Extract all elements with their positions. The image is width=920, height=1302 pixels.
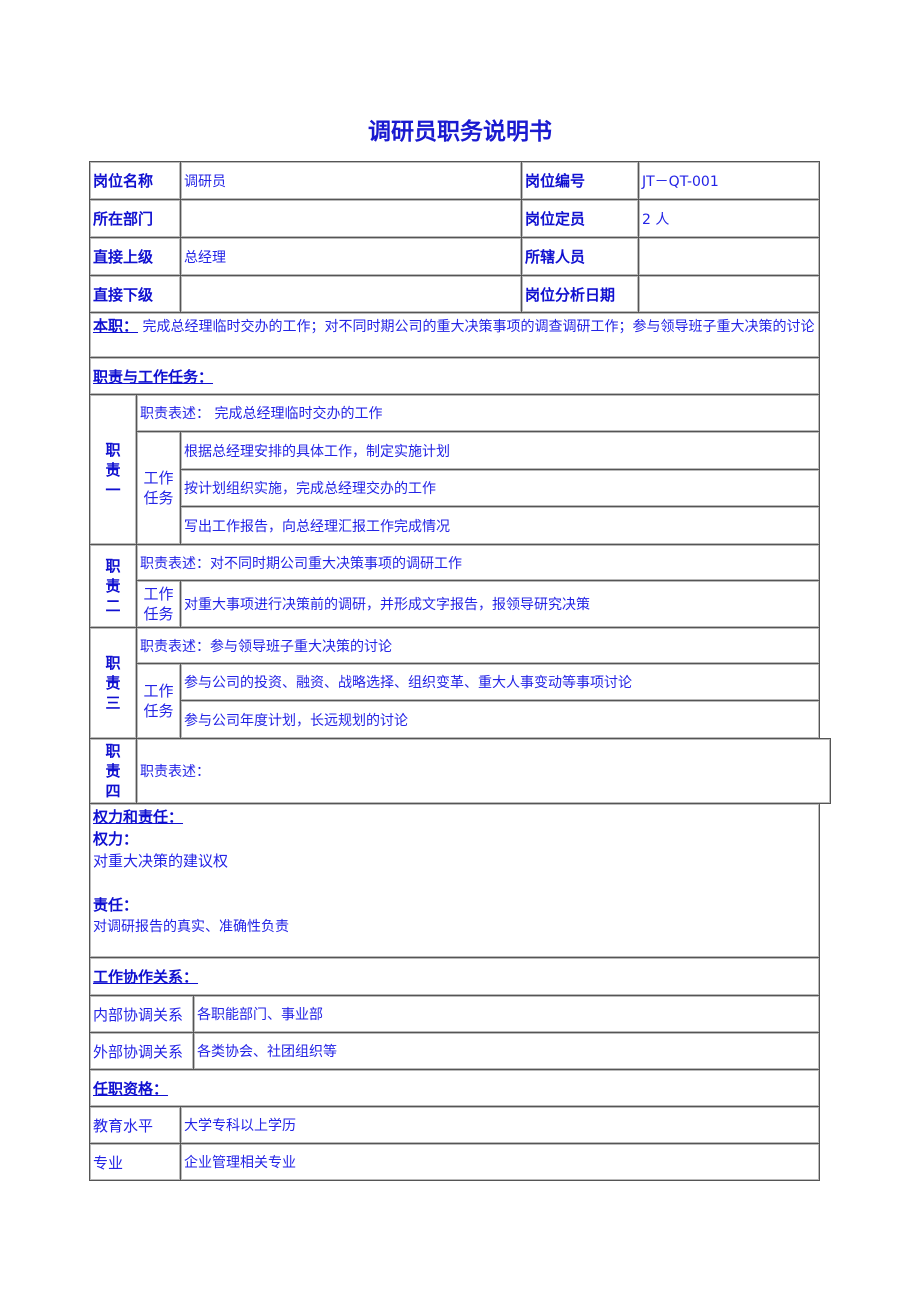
education-value: 大学专科以上学历 [180, 1106, 820, 1144]
duty-label-text: 职责三 [105, 654, 121, 712]
task-label-text: 工作任务 [143, 585, 174, 623]
dept-label: 所在部门 [89, 199, 181, 238]
quota-value: 2 人 [638, 199, 820, 238]
relations-heading-text: 工作协作关系： [93, 968, 199, 986]
duty-2-statement: 职责表述：对不同时期公司重大决策事项的调研工作 [136, 544, 820, 581]
authority-section: 权力和责任： 权力： 对重大决策的建议权 责任： 对调研报告的真实、准确性负责 [89, 803, 820, 958]
major-value: 企业管理相关专业 [180, 1143, 820, 1181]
duty-4-statement: 职责表述： [136, 738, 831, 804]
duty-summary-label: 本职： [93, 317, 139, 335]
job-description-page: 调研员职务说明书 岗位名称 调研员 岗位编号 JT－QT-001 所在部门 岗位… [0, 0, 920, 1302]
duty-3-label: 职责三 [89, 627, 137, 739]
duty-2-task-label: 工作任务 [136, 580, 181, 628]
duty-1-task: 按计划组织实施，完成总经理交办的工作 [180, 469, 820, 507]
date-value [638, 275, 820, 313]
major-label: 专业 [89, 1143, 181, 1181]
duty-label-text: 职责四 [105, 742, 121, 800]
name-label: 岗位名称 [89, 161, 181, 200]
external-label: 外部协调关系 [89, 1032, 194, 1070]
duty-1-task: 写出工作报告，向总经理汇报工作完成情况 [180, 506, 820, 545]
qualifications-heading-text: 任职资格： [93, 1079, 169, 1098]
duty-summary: 本职： 完成总经理临时交办的工作；对不同时期公司的重大决策事项的调查调研工作；参… [89, 312, 820, 358]
relations-heading: 工作协作关系： [89, 957, 820, 996]
subordinate-value [180, 275, 522, 313]
duty-1-label: 职责一 [89, 394, 137, 545]
code-value: JT－QT-001 [638, 161, 820, 200]
task-label-text: 工作任务 [143, 682, 174, 720]
page-title: 调研员职务说明书 [368, 119, 552, 145]
duty-3-statement: 职责表述：参与领导班子重大决策的讨论 [136, 627, 820, 664]
name-value: 调研员 [180, 161, 522, 200]
duty-4-label: 职责四 [89, 738, 137, 804]
code-label: 岗位编号 [521, 161, 639, 200]
task-label-text: 工作任务 [143, 469, 174, 507]
dept-value [180, 199, 522, 238]
duty-2-label: 职责二 [89, 544, 137, 628]
date-label: 岗位分析日期 [521, 275, 639, 313]
internal-value: 各职能部门、事业部 [193, 995, 820, 1033]
subordinate-label: 直接下级 [89, 275, 181, 313]
superior-value: 总经理 [180, 237, 522, 276]
authority-heading: 权力和责任： [93, 808, 184, 826]
duty-label-text: 职责一 [105, 440, 121, 499]
duties-heading-text: 职责与工作任务： [93, 367, 214, 386]
superior-label: 直接上级 [89, 237, 181, 276]
power-label: 权力： [93, 830, 139, 848]
staff-label: 所辖人员 [521, 237, 639, 276]
power-text: 对重大决策的建议权 [93, 852, 229, 870]
external-value: 各类协会、社团组织等 [193, 1032, 820, 1070]
duty-2-task: 对重大事项进行决策前的调研，并形成文字报告，报领导研究决策 [180, 580, 820, 628]
duty-1-statement: 职责表述： 完成总经理临时交办的工作 [136, 394, 820, 432]
responsibility-text: 对调研报告的真实、准确性负责 [93, 919, 289, 935]
duty-label-text: 职责二 [105, 557, 121, 615]
qualifications-heading: 任职资格： [89, 1069, 820, 1107]
duty-summary-text: 完成总经理临时交办的工作；对不同时期公司的重大决策事项的调查调研工作；参与领导班… [138, 319, 815, 335]
responsibility-label: 责任： [93, 896, 139, 914]
education-label: 教育水平 [89, 1106, 181, 1144]
duty-1-task-label: 工作任务 [136, 431, 181, 545]
internal-label: 内部协调关系 [89, 995, 194, 1033]
duty-1-task: 根据总经理安排的具体工作，制定实施计划 [180, 431, 820, 470]
duty-3-task: 参与公司年度计划，长远规划的讨论 [180, 700, 820, 739]
duty-3-task-label: 工作任务 [136, 663, 181, 739]
duties-heading: 职责与工作任务： [89, 357, 820, 395]
staff-value [638, 237, 820, 276]
duty-3-task: 参与公司的投资、融资、战略选择、组织变革、重大人事变动等事项讨论 [180, 663, 820, 701]
quota-label: 岗位定员 [521, 199, 639, 238]
